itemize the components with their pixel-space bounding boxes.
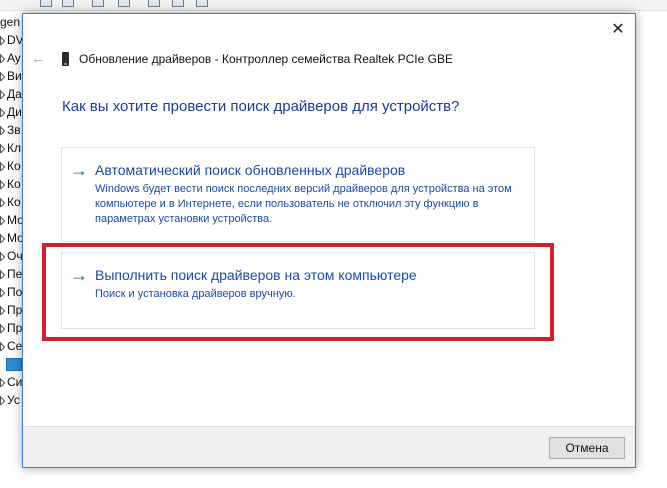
tree-item[interactable]: Ди xyxy=(0,104,24,122)
tree-item[interactable]: Ко xyxy=(0,194,24,212)
chevron-right-icon[interactable] xyxy=(0,252,5,261)
tree-item-label: Се xyxy=(7,339,23,353)
tree-item-label: Кл xyxy=(7,141,21,155)
tree-item[interactable]: Да xyxy=(0,86,24,104)
tree-item-label: Ди xyxy=(7,105,22,119)
tree-item[interactable]: Си xyxy=(0,374,24,392)
tree-item-label: Оч xyxy=(7,249,23,263)
tree-item-label: Ко xyxy=(7,159,21,173)
auto-search-option[interactable]: → Автоматический поиск обновленных драйв… xyxy=(61,147,535,242)
update-drivers-dialog: ✕ ← Обновление драйверов - Контроллер се… xyxy=(22,13,636,468)
chevron-right-icon[interactable] xyxy=(0,180,5,189)
tree-item[interactable]: Зв xyxy=(0,122,24,140)
tree-item-label: По xyxy=(7,285,23,299)
tree-item-label: gen xyxy=(0,15,21,29)
tree-item-label: Да xyxy=(7,87,22,101)
tree-item[interactable]: Ay xyxy=(0,50,24,68)
chevron-right-icon[interactable] xyxy=(0,216,5,225)
toolbar-icon[interactable] xyxy=(196,0,208,7)
tree-item[interactable]: DV xyxy=(0,32,24,50)
dialog-footer: Отмена xyxy=(23,426,635,467)
tree-item[interactable]: Пе xyxy=(0,266,24,284)
chevron-right-icon[interactable] xyxy=(0,270,5,279)
toolbar xyxy=(0,0,667,11)
chevron-right-icon[interactable] xyxy=(0,126,5,135)
chevron-right-icon[interactable] xyxy=(0,234,5,243)
question-heading: Как вы хотите провести поиск драйверов д… xyxy=(62,98,460,115)
toolbar-icon[interactable] xyxy=(172,0,184,7)
back-arrow-icon[interactable]: ← xyxy=(31,51,47,67)
tree-item-label: Ко xyxy=(7,177,21,191)
auto-search-description: Windows будет вести поиск последних верс… xyxy=(95,183,512,225)
chevron-right-icon[interactable] xyxy=(0,342,5,351)
chevron-right-icon[interactable] xyxy=(0,306,5,315)
tree-item-label: Си xyxy=(7,375,23,389)
chevron-right-icon[interactable] xyxy=(0,396,5,405)
chevron-right-icon[interactable] xyxy=(0,108,5,117)
chevron-right-icon[interactable] xyxy=(0,288,5,297)
network-card-icon xyxy=(62,52,69,66)
tree-item-label: Ви xyxy=(7,69,22,83)
toolbar-icon[interactable] xyxy=(40,0,52,7)
tree-item[interactable]: Оч xyxy=(0,248,24,266)
dialog-title: Обновление драйверов - Контроллер семейс… xyxy=(79,52,453,66)
tree-item[interactable]: Ус xyxy=(0,392,24,410)
tree-item[interactable]: Ко xyxy=(0,176,24,194)
tree-item[interactable]: Пр xyxy=(0,320,24,338)
tree-item-label: Пр xyxy=(7,303,23,317)
chevron-right-icon[interactable] xyxy=(0,36,5,45)
toolbar-icon[interactable] xyxy=(92,0,104,7)
chevron-right-icon[interactable] xyxy=(0,198,5,207)
tree-item-label: Пе xyxy=(7,267,23,281)
tree-item-label: Ус xyxy=(7,393,20,407)
tree-item[interactable]: Ко xyxy=(0,158,24,176)
tree-item-label: Пр xyxy=(7,321,23,335)
chevron-right-icon[interactable] xyxy=(0,324,5,333)
close-button[interactable]: ✕ xyxy=(603,16,633,44)
toolbar-icon[interactable] xyxy=(62,0,74,7)
chevron-right-icon[interactable] xyxy=(0,72,5,81)
auto-search-heading[interactable]: Автоматический поиск обновленных драйвер… xyxy=(95,162,405,178)
chevron-right-icon[interactable] xyxy=(0,144,5,153)
red-highlight-box xyxy=(42,243,554,341)
toolbar-icon[interactable] xyxy=(118,0,130,7)
chevron-right-icon[interactable] xyxy=(0,54,5,63)
cancel-button[interactable]: Отмена xyxy=(549,437,625,459)
tree-item[interactable]: Се xyxy=(0,338,24,356)
tree-item-label: Ко xyxy=(7,195,21,209)
tree-item[interactable]: Кл xyxy=(0,140,24,158)
tree-item[interactable] xyxy=(0,356,24,374)
tree-item-label: Ay xyxy=(7,51,21,65)
chevron-right-icon[interactable] xyxy=(0,378,5,387)
tree-item[interactable]: Мо xyxy=(0,212,24,230)
device-tree: gen DV Ay Ви Да Ди Зв Кл Ко Ко Ко Мо Мо Оч Пе По Пр Пр Се С… xyxy=(0,14,24,484)
tree-item[interactable]: Ви xyxy=(0,68,24,86)
arrow-right-icon: → xyxy=(70,160,88,180)
tree-item[interactable]: Мо xyxy=(0,230,24,248)
tree-item[interactable]: По xyxy=(0,284,24,302)
tree-item[interactable]: gen xyxy=(0,14,24,32)
tree-item[interactable]: Пр xyxy=(0,302,24,320)
toolbar-icon[interactable] xyxy=(148,0,160,7)
tree-item-label: Зв xyxy=(7,123,21,137)
chevron-right-icon[interactable] xyxy=(0,90,5,99)
network-adapter-icon xyxy=(6,358,22,371)
chevron-right-icon[interactable] xyxy=(0,162,5,171)
